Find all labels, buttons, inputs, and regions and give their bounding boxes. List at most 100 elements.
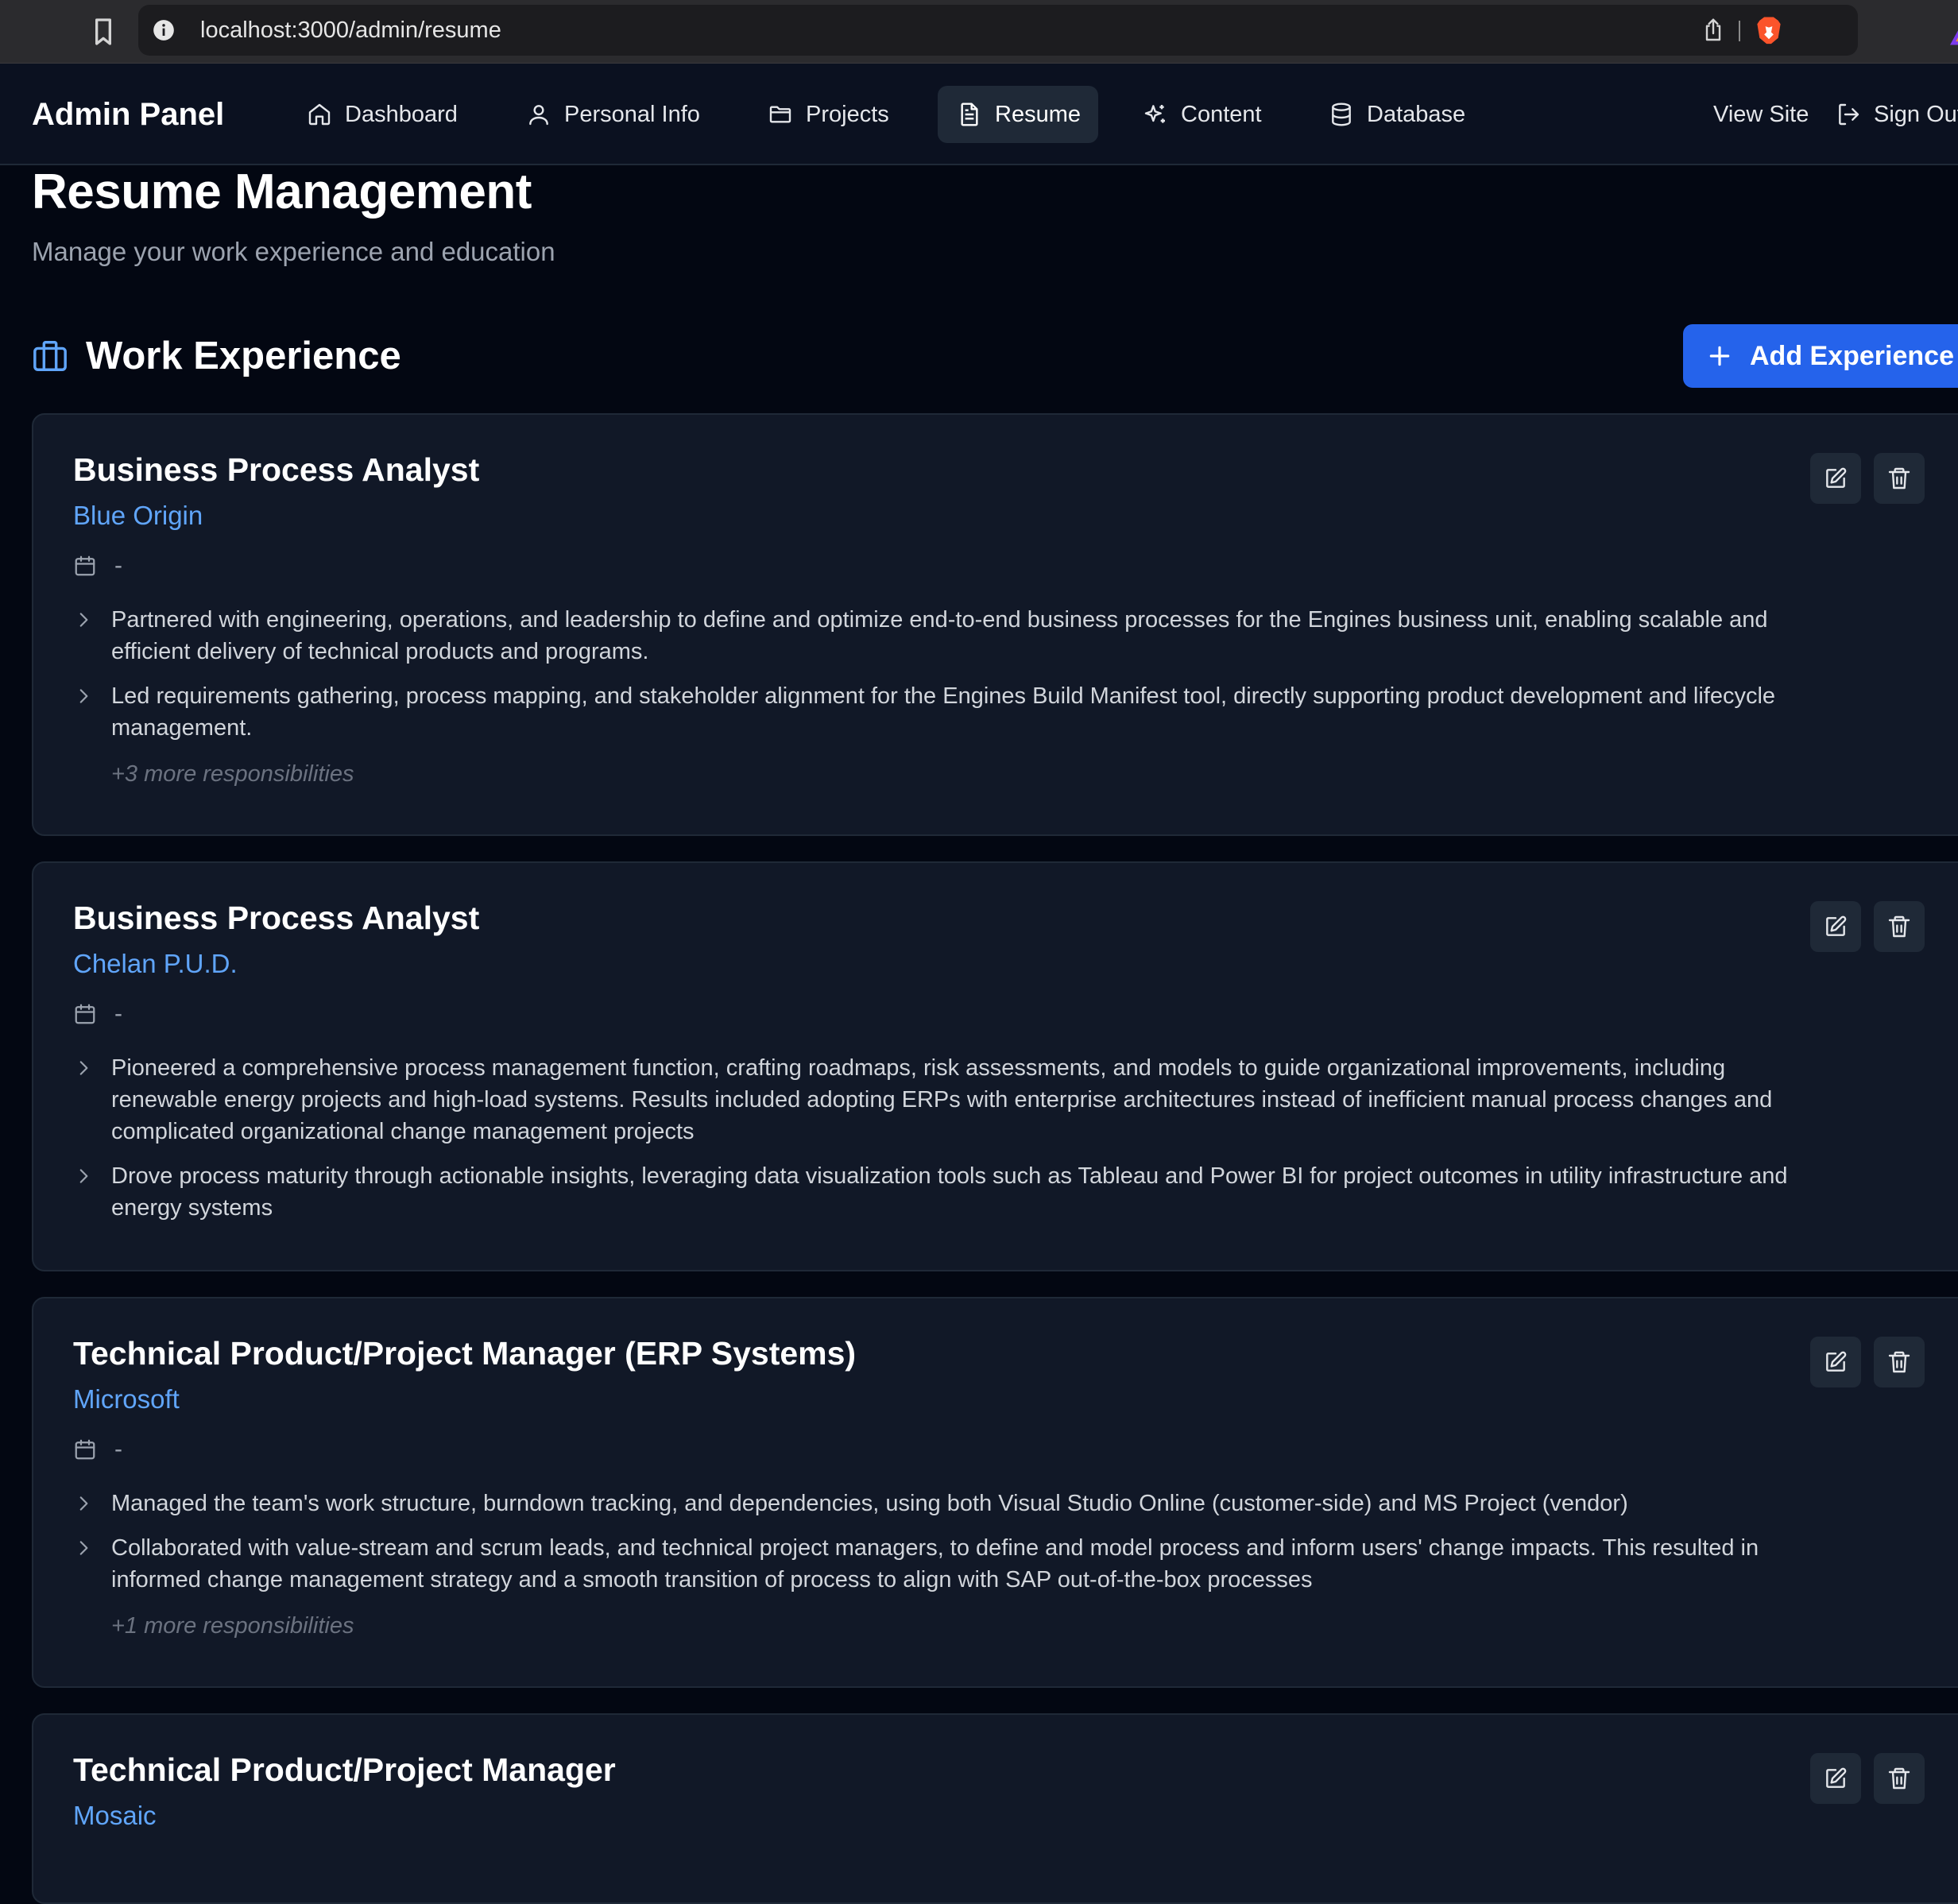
nav-label: Resume <box>995 101 1081 127</box>
job-title: Business Process Analyst <box>73 900 480 936</box>
add-experience-button[interactable]: Add Experience <box>1683 324 1958 388</box>
plus-icon <box>1709 346 1730 366</box>
browser-toolbar: localhost:3000/admin/resume <box>0 0 1958 64</box>
nav-label: Content <box>1181 101 1262 127</box>
date-text: - <box>114 1000 122 1027</box>
edit-icon <box>1826 915 1847 936</box>
trash-icon <box>1888 1767 1910 1790</box>
admin-header: Admin Panel Dashboard Personal Info Proj… <box>0 64 1958 165</box>
nav-resume[interactable]: Resume <box>938 86 1098 143</box>
calendar-icon <box>75 1004 95 1024</box>
page-title: Resume Management <box>32 164 532 219</box>
address-bar[interactable]: localhost:3000/admin/resume <box>138 5 1958 56</box>
edit-button[interactable] <box>1810 1753 1861 1804</box>
delete-button[interactable] <box>1874 1337 1925 1387</box>
responsibility-list: Managed the team's work structure, burnd… <box>73 1488 1821 1639</box>
brand-title[interactable]: Admin Panel <box>32 64 224 165</box>
bookmark-icon[interactable] <box>87 16 119 48</box>
list-item: Collaborated with value-stream and scrum… <box>73 1532 1821 1596</box>
responsibility-text: Partnered with engineering, operations, … <box>111 607 1768 664</box>
list-item: Drove process maturity through actionabl… <box>73 1160 1821 1224</box>
view-site-link[interactable]: View Site <box>1713 86 1809 143</box>
calendar-icon <box>75 1439 95 1460</box>
edit-icon <box>1826 467 1847 488</box>
delete-button[interactable] <box>1874 1753 1925 1804</box>
url-text[interactable]: localhost:3000/admin/resume <box>200 5 501 56</box>
page-subtitle: Manage your work experience and educatio… <box>32 237 555 266</box>
trash-icon <box>1888 467 1910 490</box>
edit-icon <box>1826 1351 1847 1372</box>
job-title: Technical Product/Project Manager <box>73 1751 616 1788</box>
nav-label: Personal Info <box>564 101 700 127</box>
sign-out-button[interactable]: Sign Out <box>1836 86 1958 143</box>
add-experience-label: Add Experience <box>1750 340 1954 371</box>
date-range: - <box>73 1434 122 1465</box>
log-out-icon <box>1839 103 1859 126</box>
section-title: Work Experience <box>86 335 401 377</box>
nav-label: Database <box>1367 101 1466 127</box>
experience-card: Technical Product/Project Manager Mosaic <box>32 1713 1958 1904</box>
experience-card: Technical Product/Project Manager (ERP S… <box>32 1297 1958 1688</box>
responsibility-text: Pioneered a comprehensive process manage… <box>111 1055 1773 1144</box>
delete-button[interactable] <box>1874 453 1925 504</box>
more-responsibilities: +1 more responsibilities <box>111 1613 354 1639</box>
site-info-icon[interactable] <box>153 19 175 41</box>
nav-content[interactable]: Content <box>1124 86 1281 143</box>
responsibility-text: Managed the team's work structure, burnd… <box>111 1491 1628 1516</box>
responsibility-text: Drove process maturity through actionabl… <box>111 1163 1788 1221</box>
job-title: Technical Product/Project Manager (ERP S… <box>73 1335 857 1372</box>
more-responsibilities: +3 more responsibilities <box>111 761 354 787</box>
work-experience-heading: Work Experience <box>32 327 401 385</box>
brave-rewards-icon[interactable] <box>1948 21 1958 46</box>
job-title: Business Process Analyst <box>73 451 480 488</box>
folder-icon <box>769 106 791 123</box>
experience-card: Business Process Analyst Chelan P.U.D. -… <box>32 861 1958 1271</box>
user-icon <box>529 105 548 126</box>
chevron-right-icon <box>79 689 88 703</box>
chevron-right-icon <box>79 1541 88 1555</box>
nav-dashboard[interactable]: Dashboard <box>288 86 477 143</box>
briefcase-icon <box>33 341 67 371</box>
trash-icon <box>1888 1351 1910 1373</box>
nav-database[interactable]: Database <box>1310 86 1484 143</box>
chevron-right-icon <box>79 1169 88 1183</box>
list-item: Partnered with engineering, operations, … <box>73 604 1821 668</box>
edit-icon <box>1826 1767 1847 1788</box>
delete-button[interactable] <box>1874 901 1925 952</box>
brave-shield-icon[interactable] <box>1755 16 1783 46</box>
date-text: - <box>114 1436 122 1462</box>
list-item: Pioneered a comprehensive process manage… <box>73 1052 1821 1147</box>
company-name: Mosaic <box>73 1801 157 1830</box>
file-text-icon <box>961 103 978 126</box>
sparkles-icon <box>1144 105 1165 123</box>
trash-icon <box>1888 915 1910 938</box>
share-icon[interactable] <box>1701 17 1726 43</box>
responsibility-text: Led requirements gathering, process mapp… <box>111 683 1776 741</box>
responsibility-text: Collaborated with value-stream and scrum… <box>111 1535 1759 1592</box>
list-item: Led requirements gathering, process mapp… <box>73 680 1821 744</box>
database-icon <box>1332 103 1351 126</box>
divider <box>1739 21 1740 41</box>
sign-out-label: Sign Out <box>1874 101 1958 127</box>
chevron-right-icon <box>79 1496 88 1511</box>
responsibility-list: Partnered with engineering, operations, … <box>73 604 1821 788</box>
date-range: - <box>73 550 122 582</box>
edit-button[interactable] <box>1810 1337 1861 1387</box>
calendar-icon <box>75 555 95 576</box>
home-icon <box>308 103 331 126</box>
responsibility-list: Pioneered a comprehensive process manage… <box>73 1052 1821 1236</box>
nav-label: Projects <box>806 101 889 127</box>
nav-projects[interactable]: Projects <box>749 86 908 143</box>
date-range: - <box>73 998 122 1030</box>
company-name: Chelan P.U.D. <box>73 949 238 978</box>
list-item: Managed the team's work structure, burnd… <box>73 1488 1821 1519</box>
chevron-right-icon <box>79 1061 88 1075</box>
nav-label: Dashboard <box>345 101 458 127</box>
chevron-right-icon <box>79 613 88 627</box>
experience-card: Business Process Analyst Blue Origin - P… <box>32 413 1958 836</box>
company-name: Microsoft <box>73 1384 180 1414</box>
edit-button[interactable] <box>1810 453 1861 504</box>
nav-personal-info[interactable]: Personal Info <box>507 86 719 143</box>
edit-button[interactable] <box>1810 901 1861 952</box>
company-name: Blue Origin <box>73 501 203 530</box>
